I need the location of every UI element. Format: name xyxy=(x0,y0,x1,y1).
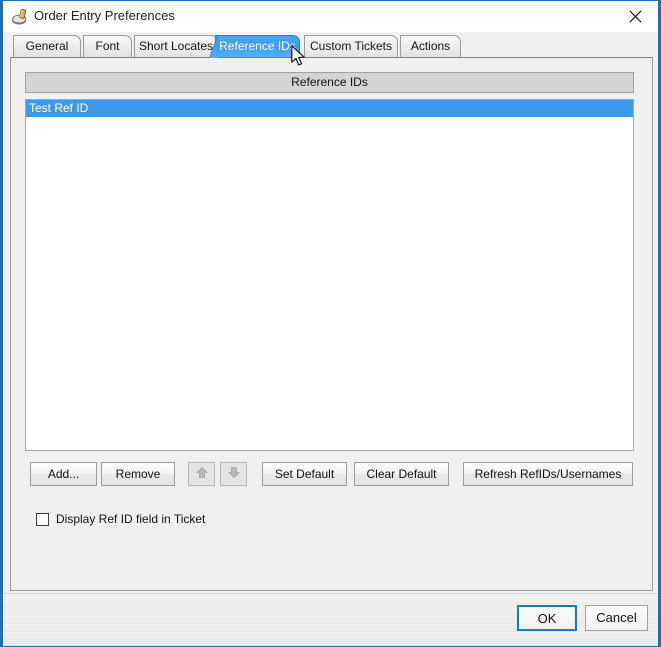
remove-button[interactable]: Remove xyxy=(101,462,175,486)
title-bar: Order Entry Preferences xyxy=(3,1,658,32)
ok-button[interactable]: OK xyxy=(517,605,577,631)
refresh-refids-button[interactable]: Refresh RefIDs/Usernames xyxy=(463,462,633,486)
dialog-footer: OK Cancel xyxy=(3,593,658,646)
window-title: Order Entry Preferences xyxy=(34,8,175,23)
dialog-window: Order Entry Preferences General Font Sho… xyxy=(0,0,661,647)
close-icon[interactable] xyxy=(613,1,658,31)
tab-short-locates[interactable]: Short Locates xyxy=(134,35,218,57)
tab-custom-tickets[interactable]: Custom Tickets xyxy=(304,35,398,57)
reference-ids-list[interactable]: Test Ref ID xyxy=(25,99,634,451)
set-default-button[interactable]: Set Default xyxy=(262,462,347,486)
tab-font[interactable]: Font xyxy=(83,35,132,57)
plug-icon xyxy=(11,7,30,26)
group-header-label: Reference IDs xyxy=(25,72,634,93)
list-item[interactable]: Test Ref ID xyxy=(26,100,633,117)
move-up-button[interactable] xyxy=(188,462,215,486)
display-refid-checkbox[interactable] xyxy=(36,513,49,526)
display-refid-checkbox-label: Display Ref ID field in Ticket xyxy=(56,512,206,526)
tab-general[interactable]: General xyxy=(13,35,81,57)
add-button[interactable]: Add... xyxy=(30,462,97,486)
cancel-button[interactable]: Cancel xyxy=(585,605,648,631)
clear-default-button[interactable]: Clear Default xyxy=(354,462,449,486)
tab-actions[interactable]: Actions xyxy=(400,35,461,57)
move-down-icon xyxy=(227,466,240,482)
tab-reference-ids[interactable]: Reference IDs xyxy=(215,35,300,57)
tab-strip: General Font Short Locates Reference IDs… xyxy=(3,32,658,57)
move-up-icon xyxy=(195,466,208,482)
move-down-button[interactable] xyxy=(220,462,247,486)
